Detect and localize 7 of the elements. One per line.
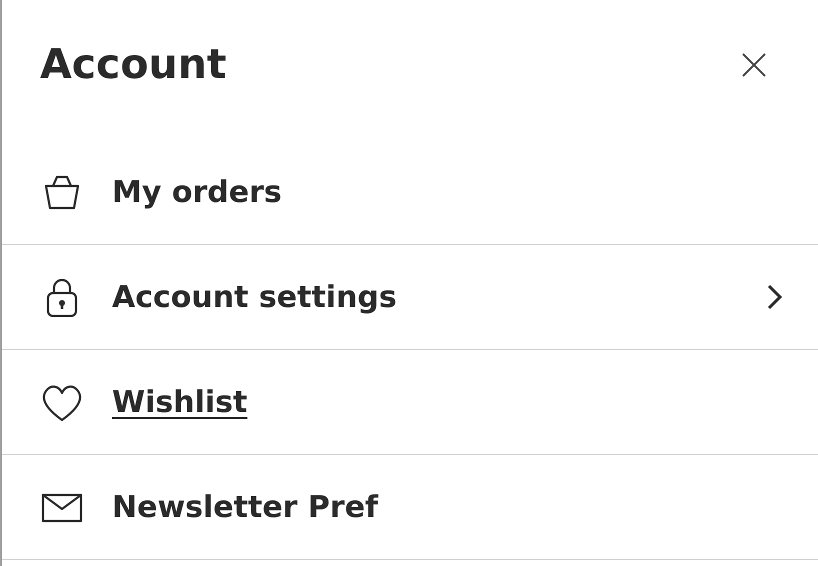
menu-item-link[interactable]: Account settings [112,274,397,320]
panel-title: Account [40,42,226,88]
close-button[interactable] [740,51,768,79]
menu-item-link[interactable]: My orders [112,170,282,214]
menu-item-link[interactable]: Wishlist [112,380,248,424]
close-icon [740,51,768,79]
menu-item-link[interactable]: Newsletter Pref [112,484,378,530]
